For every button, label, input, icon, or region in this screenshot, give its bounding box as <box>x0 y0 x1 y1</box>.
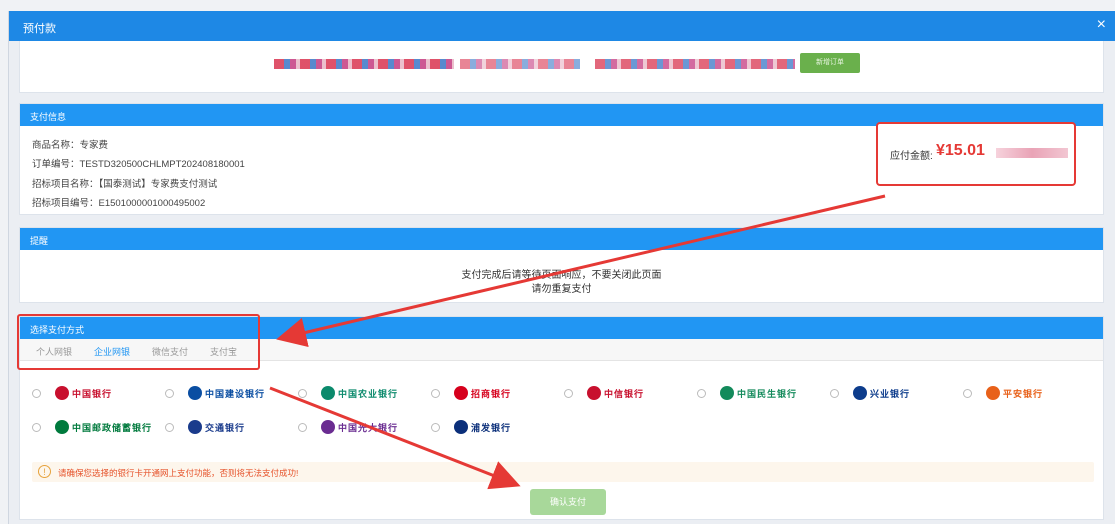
cmbc-logo <box>720 386 734 400</box>
project-name: 招标项目名称：【国泰测试】专家费支付测试 <box>32 179 218 190</box>
bank-name: 中国光大银行 <box>338 422 399 433</box>
ceb-logo <box>321 420 335 434</box>
prepayment-dialog: 预付款 × 新增订单 支付信息 商品名称：专家费 订单编号：TESTD32050… <box>8 11 1115 524</box>
bank-name: 中国银行 <box>72 388 113 399</box>
bank-logo: 中国邮政储蓄银行 <box>55 420 152 434</box>
bank-name: 中国邮政储蓄银行 <box>72 422 153 433</box>
bank-option[interactable]: 中国光大银行 <box>298 417 398 437</box>
bank-name: 平安银行 <box>1003 388 1044 399</box>
radio-button[interactable] <box>830 388 839 398</box>
bank-logo: 中国建设银行 <box>188 386 265 400</box>
bank-name: 交通银行 <box>205 422 246 433</box>
bank-logo: 中国银行 <box>55 386 112 400</box>
bank-option[interactable]: 兴业银行 <box>830 383 910 403</box>
panel-header: 提醒 <box>20 228 1103 250</box>
amount-label: 应付金额: <box>890 151 933 162</box>
bank-name: 招商银行 <box>471 388 512 399</box>
bank-name: 中信银行 <box>604 388 645 399</box>
bocom-logo <box>188 420 202 434</box>
radio-button[interactable] <box>298 388 307 398</box>
bank-logo: 中国光大银行 <box>321 420 398 434</box>
bank-option[interactable]: 中国邮政储蓄银行 <box>32 417 152 437</box>
redacted-content <box>274 59 454 69</box>
top-action-button[interactable]: 新增订单 <box>800 53 860 73</box>
bank-option[interactable]: 浦发银行 <box>431 417 511 437</box>
close-icon[interactable]: × <box>1097 16 1106 34</box>
radio-button[interactable] <box>32 388 41 398</box>
bank-name: 中国建设银行 <box>205 388 266 399</box>
bank-option[interactable]: 中信银行 <box>564 383 644 403</box>
radio-button[interactable] <box>431 388 440 398</box>
bank-name: 浦发银行 <box>471 422 512 433</box>
reminder-panel: 提醒 支付完成后请等待页面响应，不要关闭此页面 请勿重复支付 <box>19 227 1104 303</box>
psbc-logo <box>55 420 69 434</box>
radio-button[interactable] <box>697 388 706 398</box>
radio-button[interactable] <box>564 388 573 398</box>
redacted-content <box>595 59 795 69</box>
radio-button[interactable] <box>165 422 174 432</box>
top-strip: 新增订单 <box>19 41 1104 93</box>
bank-option[interactable]: 中国银行 <box>32 383 112 403</box>
redacted-content <box>460 59 580 69</box>
redacted-amount <box>996 148 1068 158</box>
bank-logo: 中国民生银行 <box>720 386 797 400</box>
radio-button[interactable] <box>431 422 440 432</box>
confirm-pay-button[interactable]: 确认支付 <box>530 489 606 515</box>
bank-logo: 平安银行 <box>986 386 1043 400</box>
bank-logo: 兴业银行 <box>853 386 910 400</box>
bank-logo: 中信银行 <box>587 386 644 400</box>
bank-name: 中国农业银行 <box>338 388 399 399</box>
abc-logo <box>321 386 335 400</box>
bank-name: 中国民生银行 <box>737 388 798 399</box>
ccb-logo <box>188 386 202 400</box>
bank-name: 兴业银行 <box>870 388 911 399</box>
bank-logo: 招商银行 <box>454 386 511 400</box>
bank-option[interactable]: 中国农业银行 <box>298 383 398 403</box>
reminder-line-1: 支付完成后请等待页面响应，不要关闭此页面 <box>461 270 662 281</box>
bank-option[interactable]: 中国民生银行 <box>697 383 797 403</box>
project-number: 招标项目编号：E1501000001000495002 <box>32 198 206 209</box>
radio-button[interactable] <box>165 388 174 398</box>
spdb-logo <box>454 420 468 434</box>
radio-button[interactable] <box>32 422 41 432</box>
amount-due-box: 应付金额: ¥15.01 <box>876 122 1076 186</box>
warning-text: 请确保您选择的银行卡开通网上支付功能，否则将无法支付成功! <box>58 468 299 478</box>
bank-logo: 浦发银行 <box>454 420 511 434</box>
annotation-box-method <box>17 314 260 370</box>
citic-logo <box>587 386 601 400</box>
reminder-line-2: 请勿重复支付 <box>531 284 592 295</box>
cmb-logo <box>454 386 468 400</box>
warning-icon: ! <box>38 465 51 478</box>
bank-option[interactable]: 平安银行 <box>963 383 1043 403</box>
amount-value: ¥15.01 <box>936 142 985 159</box>
order-number: 订单编号：TESTD320500CHLMPT202408180001 <box>32 159 245 170</box>
boc-logo <box>55 386 69 400</box>
pab-logo <box>986 386 1000 400</box>
bank-option[interactable]: 中国建设银行 <box>165 383 265 403</box>
dialog-titlebar: 预付款 × <box>9 11 1115 41</box>
radio-button[interactable] <box>963 388 972 398</box>
radio-button[interactable] <box>298 422 307 432</box>
bank-option[interactable]: 招商银行 <box>431 383 511 403</box>
bank-option[interactable]: 交通银行 <box>165 417 245 437</box>
bank-logo: 交通银行 <box>188 420 245 434</box>
dialog-title: 预付款 <box>23 23 56 35</box>
product-name: 商品名称：专家费 <box>32 140 109 151</box>
bank-logo: 中国农业银行 <box>321 386 398 400</box>
cib-logo <box>853 386 867 400</box>
warning-banner: ! 请确保您选择的银行卡开通网上支付功能，否则将无法支付成功! <box>32 462 1094 482</box>
